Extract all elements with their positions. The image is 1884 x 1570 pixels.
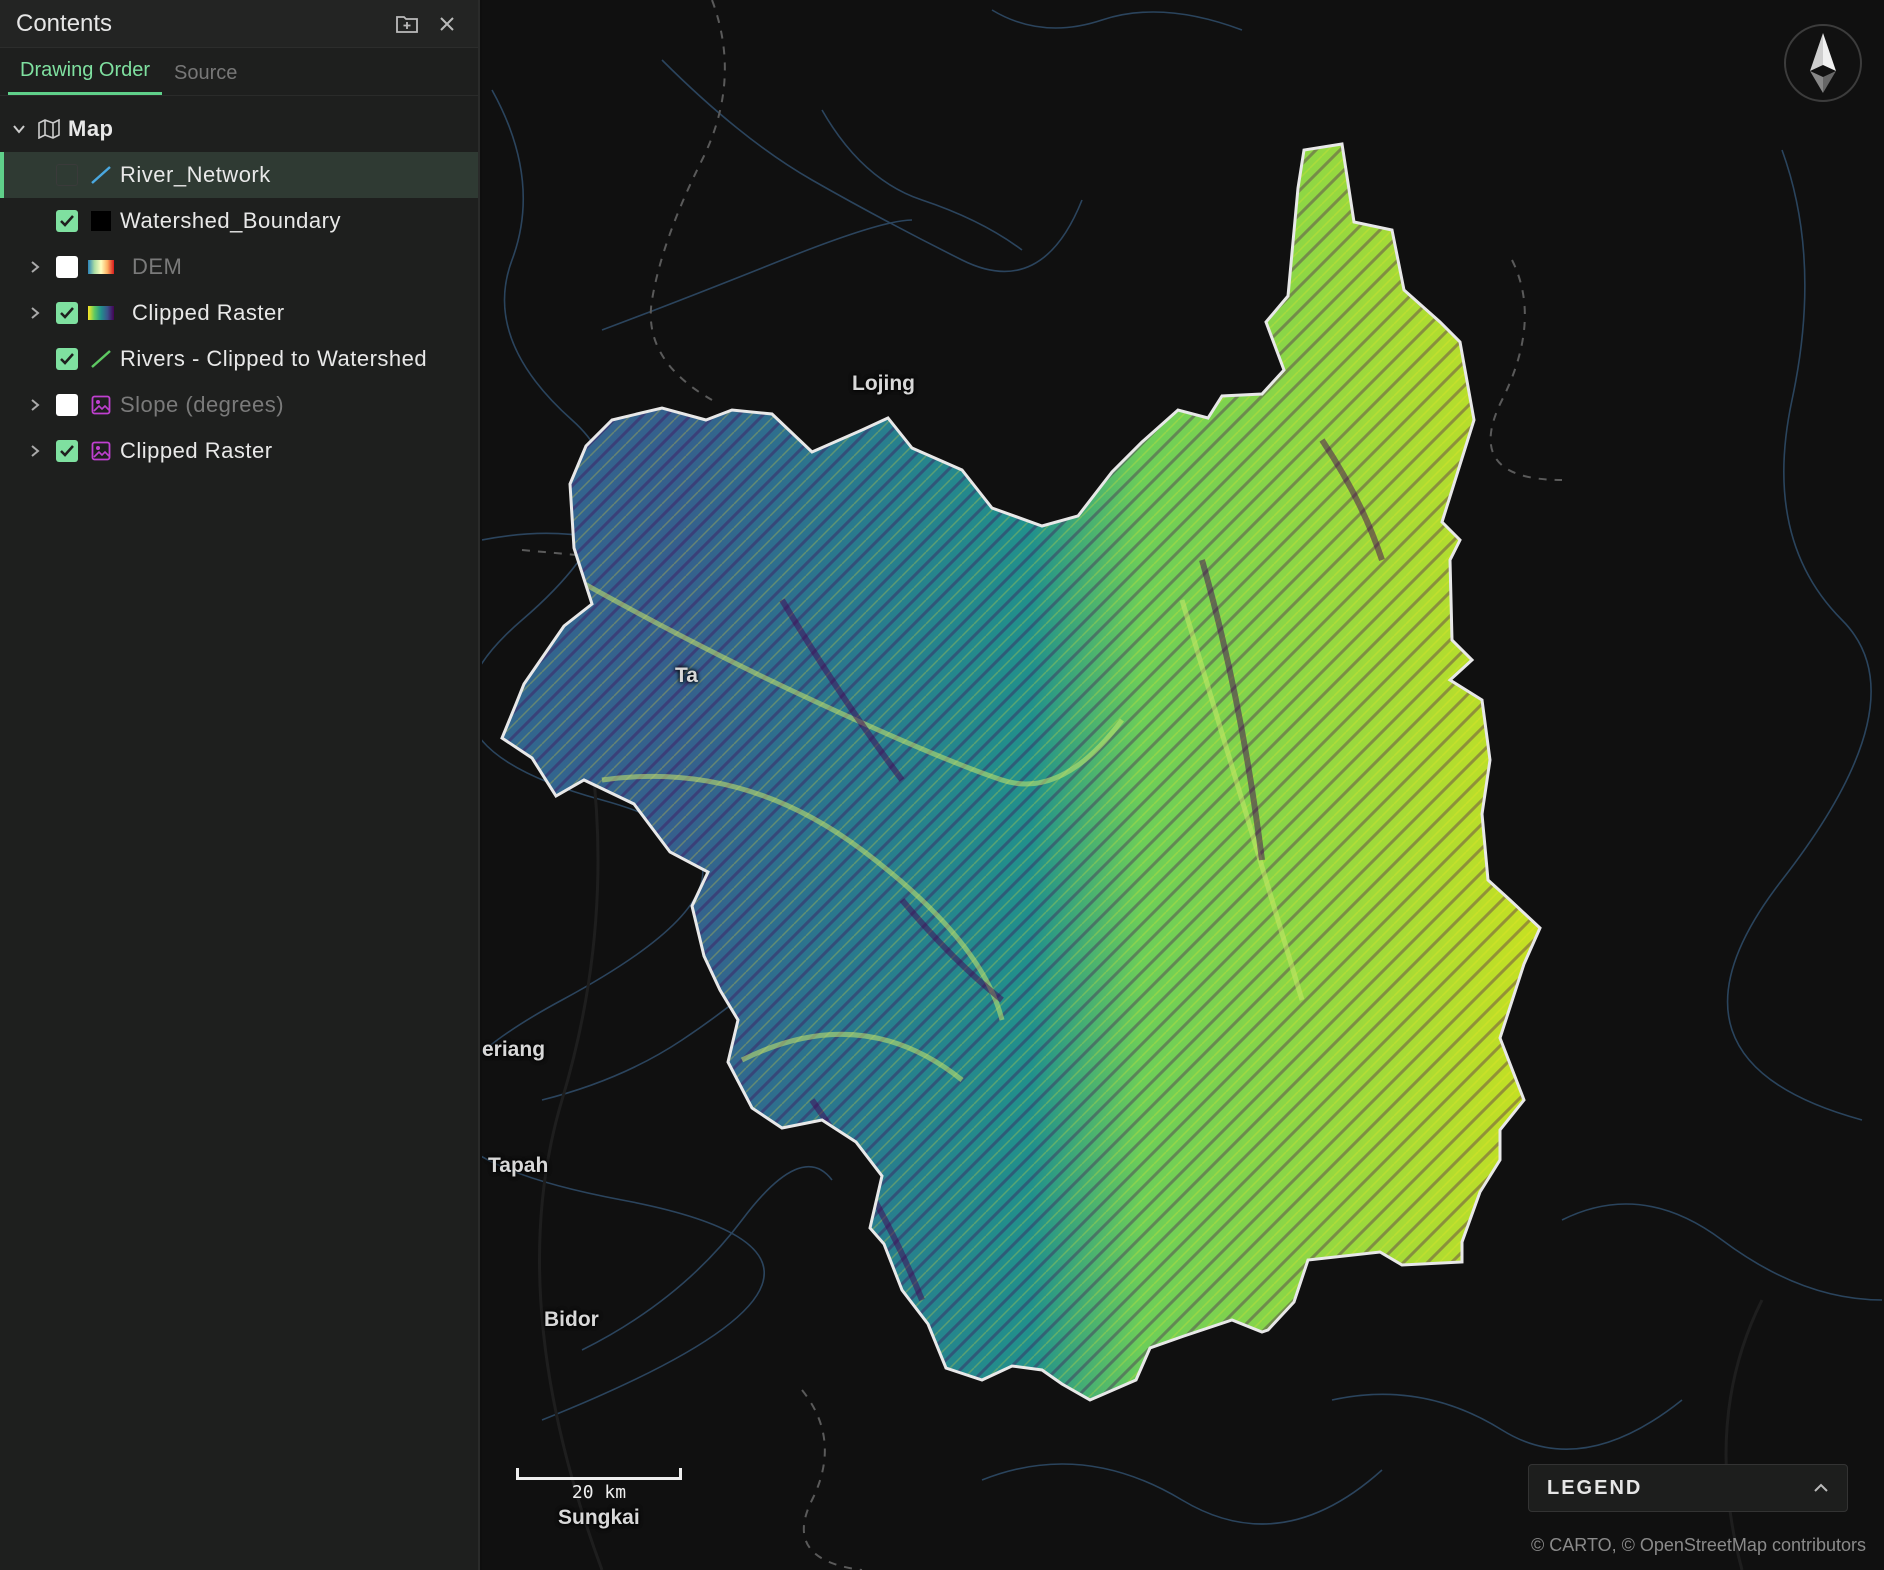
map-canvas[interactable]: [482, 0, 1884, 1570]
place-label-ta: Ta: [675, 664, 698, 687]
compass-button[interactable]: [1784, 24, 1862, 102]
checkmark-icon: [60, 445, 74, 457]
scale-bar-line: [516, 1468, 682, 1480]
place-label-tapah: Tapah: [488, 1154, 549, 1177]
chevron-right-icon[interactable]: [26, 396, 44, 414]
place-label-sungkai: Sungkai: [558, 1506, 640, 1529]
layer-row-watershed-boundary[interactable]: Watershed_Boundary: [0, 198, 478, 244]
fill-symbol-icon: [88, 211, 114, 231]
layer-row-rivers-clipped[interactable]: Rivers - Clipped to Watershed: [0, 336, 478, 382]
scale-bar-label: 20 km: [571, 1482, 627, 1503]
layer-visibility-checkbox[interactable]: [56, 302, 78, 324]
layer-label: DEM: [132, 254, 183, 279]
color-ramp-icon: [88, 257, 114, 277]
panel-tabs: Drawing Order Source: [0, 48, 478, 96]
north-arrow-icon: [1810, 33, 1836, 93]
color-ramp-icon: [88, 303, 114, 323]
checkmark-icon: [60, 353, 74, 365]
layer-row-dem[interactable]: DEM: [0, 244, 478, 290]
place-label-bidor: Bidor: [544, 1308, 599, 1331]
layer-visibility-checkbox[interactable]: [56, 164, 78, 186]
layer-label: Slope (degrees): [120, 392, 285, 417]
chevron-right-icon[interactable]: [26, 258, 44, 276]
panel-header: Contents: [0, 0, 478, 48]
checkmark-icon: [60, 215, 74, 227]
layer-visibility-checkbox[interactable]: [56, 394, 78, 416]
add-group-button[interactable]: [392, 9, 422, 39]
close-panel-button[interactable]: [432, 9, 462, 39]
place-label-eriang: eriang: [482, 1038, 546, 1061]
line-symbol-icon: [88, 349, 114, 369]
folder-plus-icon: [396, 15, 418, 33]
layer-row-clipped-raster-2[interactable]: Clipped Raster: [0, 428, 478, 474]
legend-label: LEGEND: [1547, 1476, 1643, 1499]
layer-label: River_Network: [120, 162, 271, 187]
line-symbol-icon: [88, 165, 114, 185]
checkmark-icon: [60, 307, 74, 319]
map-root[interactable]: Map: [0, 106, 478, 152]
layer-label: Clipped Raster: [132, 300, 285, 325]
clipped-raster-layer: [502, 144, 1540, 1400]
close-icon: [440, 16, 454, 31]
layer-visibility-checkbox[interactable]: [56, 348, 78, 370]
layer-visibility-checkbox[interactable]: [56, 440, 78, 462]
contents-panel: Contents Drawing Order Source Map River_…: [0, 0, 480, 1570]
layer-label: Watershed_Boundary: [120, 208, 341, 233]
map-icon: [36, 119, 62, 139]
image-icon: [88, 441, 114, 461]
layer-row-river-network[interactable]: River_Network: [0, 152, 478, 198]
layer-label: Clipped Raster: [120, 438, 273, 463]
scale-bar: 20 km: [516, 1468, 682, 1503]
layer-row-slope[interactable]: Slope (degrees): [0, 382, 478, 428]
chevron-down-icon[interactable]: [10, 120, 28, 138]
legend-toggle[interactable]: LEGEND: [1528, 1464, 1848, 1512]
panel-title: Contents: [16, 9, 113, 37]
map-view[interactable]: Lojing Ta eriang Tapah Bidor Sungkai 20 …: [482, 0, 1884, 1570]
place-label-lojing: Lojing: [852, 372, 915, 395]
image-icon: [88, 395, 114, 415]
layer-label: Rivers - Clipped to Watershed: [120, 346, 428, 371]
map-root-label: Map: [68, 116, 114, 141]
layer-visibility-checkbox[interactable]: [56, 256, 78, 278]
chevron-right-icon[interactable]: [26, 442, 44, 460]
tab-source[interactable]: Source: [162, 62, 249, 95]
tab-drawing-order[interactable]: Drawing Order: [8, 59, 163, 95]
chevron-up-icon: [1814, 1483, 1828, 1492]
map-attribution[interactable]: © CARTO, © OpenStreetMap contributors: [1531, 1535, 1866, 1556]
layer-visibility-checkbox[interactable]: [56, 210, 78, 232]
layer-row-clipped-raster[interactable]: Clipped Raster: [0, 290, 478, 336]
chevron-right-icon[interactable]: [26, 304, 44, 322]
layer-tree: Map River_Network Watershed_Boundary DEM…: [0, 96, 478, 474]
